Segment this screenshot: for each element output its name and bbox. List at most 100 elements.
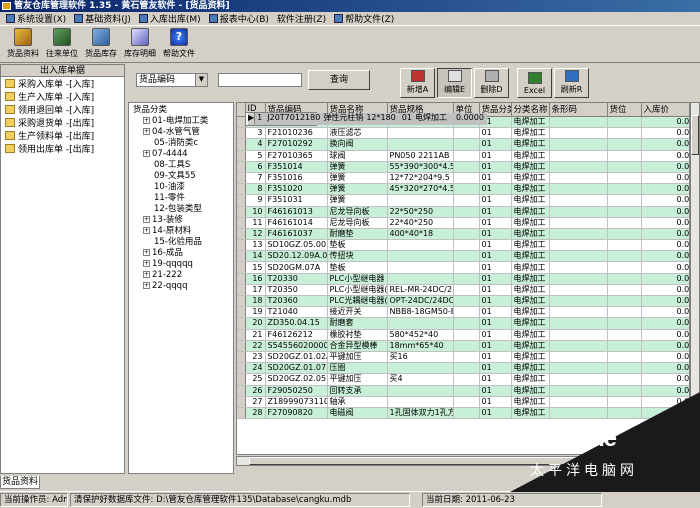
- row-indicator[interactable]: [237, 317, 246, 330]
- row-indicator[interactable]: [237, 206, 246, 218]
- expand-icon[interactable]: +: [143, 260, 150, 267]
- tree-node[interactable]: +01-电焊加工类: [129, 116, 233, 127]
- menu-registration[interactable]: 软件注册(Z): [273, 12, 330, 25]
- doc-purchase-return[interactable]: 采购退货单 -[出库]: [1, 116, 124, 129]
- expand-icon[interactable]: +: [143, 282, 150, 289]
- doc-use-out[interactable]: 领用出库单 -[出库]: [1, 142, 124, 155]
- row-indicator[interactable]: [237, 340, 246, 352]
- scroll-thumb[interactable]: [691, 115, 699, 155]
- row-indicator[interactable]: [237, 194, 246, 207]
- row-indicator[interactable]: [237, 116, 246, 129]
- row-indicator[interactable]: [237, 306, 246, 319]
- tree-node[interactable]: +16-成品: [129, 248, 233, 259]
- tree-node[interactable]: +07-4444: [129, 149, 233, 160]
- expand-icon[interactable]: +: [143, 216, 150, 223]
- row-indicator[interactable]: [237, 228, 246, 241]
- row-indicator[interactable]: [237, 250, 246, 263]
- table-row[interactable]: 17 T20350 PLC小型继电器(REL-MR-24DC/21 01 电焊加工 0.0…: [237, 284, 689, 297]
- table-row[interactable]: 25SD20GZ.02.05平键加压买4 01电焊加工 0.0000: [237, 373, 689, 386]
- table-row[interactable]: 4F27010292换向阀 01电焊加工 0.0000: [237, 138, 689, 151]
- tree-node[interactable]: +21-222: [129, 270, 233, 281]
- table-row[interactable]: 20ZD350.04.15耐磨套 01电焊加工 0.0000: [237, 317, 689, 330]
- row-indicator[interactable]: [237, 172, 246, 185]
- table-row[interactable]: 16T20330PLC小型继电器 01电焊加工 0.0000: [237, 273, 689, 285]
- excel-button[interactable]: Excel: [517, 68, 552, 98]
- delete-button[interactable]: 删除D: [474, 68, 509, 98]
- doc-production-in[interactable]: 生产入库单 -[入库]: [1, 90, 124, 103]
- table-row[interactable]: 26F29050250回转支承 01电焊加工 0.0000: [237, 385, 689, 397]
- tree-node[interactable]: +13-装修: [129, 215, 233, 226]
- tree-node[interactable]: 09-文具55: [129, 171, 233, 182]
- stock-detail-button[interactable]: 库存明细: [121, 27, 159, 61]
- row-indicator[interactable]: [237, 239, 246, 252]
- table-row[interactable]: 21F46126212橡胶衬垫580*452*40 01电焊加工 0.0000: [237, 329, 689, 341]
- table-row[interactable]: 10F46161013尼龙导向板22*50*250 01电焊加工 0.0000: [237, 206, 689, 218]
- table-row[interactable]: 28F27090820电磁阀1孔固体双力1孔方01电焊加工0.0000: [237, 407, 689, 420]
- expand-icon[interactable]: +: [143, 128, 150, 135]
- tree-node[interactable]: 11-零件: [129, 193, 233, 204]
- table-row[interactable]: 7F351016弹簧12*72*204*9.5 01电焊加工 0.0000: [237, 172, 689, 185]
- row-indicator[interactable]: [237, 295, 246, 308]
- table-row[interactable]: 3F21010236液压滤芯 01电焊加工 0.0000: [237, 127, 689, 140]
- table-row[interactable]: 11F46161014尼龙导向板22*40*250 01电焊加工 0.0000: [237, 217, 689, 229]
- search-field-select[interactable]: 货品编码 ▼: [136, 73, 208, 87]
- column-header[interactable]: 条形码: [549, 103, 608, 117]
- table-row[interactable]: 27Z18999073110轴承01电焊加工0.0000: [237, 396, 689, 408]
- doc-return-in[interactable]: 领用退回单 -[入库]: [1, 103, 124, 116]
- table-row[interactable]: 5F27010365球阀PN050 2211AB 01电焊加工 0.0000: [237, 150, 689, 162]
- table-row[interactable]: 19T21040接近开关NBB8-18GM50-E2-V 01电焊加工 0.0000: [237, 306, 689, 319]
- row-indicator[interactable]: [237, 385, 246, 397]
- tree-node[interactable]: +19-qqqqq: [129, 259, 233, 270]
- column-header[interactable]: 分类名称: [511, 103, 550, 117]
- row-indicator[interactable]: [237, 362, 246, 375]
- table-row[interactable]: 12F46161037耐磨垫400*40*18 01电焊加工 0.0000: [237, 228, 689, 241]
- menu-report-center[interactable]: 报表中心(B): [205, 12, 273, 25]
- table-row[interactable]: ▶ 1 J20T7012180 弹性元柱销 12*180 01 电焊加工 0.0000: [245, 112, 487, 126]
- table-row[interactable]: 18T20360PLC光耦继电器(OPT-24DC/24DC 01电焊加工 0.00…: [237, 295, 689, 308]
- expand-icon[interactable]: +: [143, 117, 150, 124]
- table-row[interactable]: 9F351031弹簧 01电焊加工 0.0000: [237, 194, 689, 207]
- add-button[interactable]: 新增A: [400, 68, 435, 98]
- row-indicator[interactable]: [237, 396, 246, 408]
- tab-goods-info[interactable]: 货品资料: [0, 476, 40, 489]
- menu-basic-data[interactable]: 基础资料(J): [70, 12, 135, 25]
- tree-node[interactable]: +14-原材料: [129, 226, 233, 237]
- menu-stock-inout[interactable]: 入库出库(M): [135, 12, 205, 25]
- tree-node[interactable]: 12-包装类型: [129, 204, 233, 215]
- column-header[interactable]: 入库价: [641, 103, 689, 117]
- tree-node[interactable]: 08-工具S: [129, 160, 233, 171]
- search-input[interactable]: [218, 73, 302, 87]
- row-indicator[interactable]: [237, 183, 246, 196]
- row-indicator[interactable]: [237, 150, 246, 162]
- table-row[interactable]: 15SD20GM.07A垫板 01电焊加工 0.0000: [237, 261, 689, 274]
- goods-stock-button[interactable]: 货品库存: [82, 27, 120, 61]
- row-indicator[interactable]: [237, 284, 246, 297]
- row-indicator[interactable]: [237, 373, 246, 386]
- chevron-down-icon[interactable]: ▼: [195, 74, 207, 86]
- row-indicator[interactable]: [237, 127, 246, 140]
- table-row[interactable]: 6F351014弹簧55*390*300*4.5 01电焊加工 0.0000: [237, 161, 689, 173]
- row-indicator[interactable]: [237, 407, 246, 420]
- help-file-button[interactable]: ? 帮助文件: [160, 27, 198, 61]
- doc-production-material[interactable]: 生产领料单 -[出库]: [1, 129, 124, 142]
- query-button[interactable]: 查询: [308, 70, 370, 90]
- table-row[interactable]: 22S5455602000004合金异型模棒18mm*65*40 01电焊加工 0.…: [237, 340, 689, 352]
- row-indicator[interactable]: [237, 217, 246, 229]
- doc-purchase-in[interactable]: 采购入库单 -[入库]: [1, 77, 124, 90]
- partner-unit-button[interactable]: 往来单位: [43, 27, 81, 61]
- tree-node[interactable]: +22-qqqq: [129, 281, 233, 292]
- row-indicator[interactable]: [237, 138, 246, 151]
- expand-icon[interactable]: +: [143, 271, 150, 278]
- tree-root[interactable]: 货品分类: [129, 105, 233, 116]
- menu-help[interactable]: 帮助文件(Z): [330, 12, 398, 25]
- row-indicator[interactable]: [237, 329, 246, 341]
- expand-icon[interactable]: +: [143, 227, 150, 234]
- table-row[interactable]: 24SD20GZ.01.07.03压圈 01电焊加工 0.0000: [237, 362, 689, 375]
- tree-node[interactable]: 05-消防类c: [129, 138, 233, 149]
- refresh-button[interactable]: 刷新R: [554, 68, 589, 98]
- menu-system-settings[interactable]: 系统设置(X): [2, 12, 70, 25]
- expand-icon[interactable]: +: [143, 150, 150, 157]
- row-indicator[interactable]: [237, 261, 246, 274]
- table-row[interactable]: 14SD20.12.09A.02传扭块 01电焊加工 0.0000: [237, 250, 689, 263]
- row-indicator[interactable]: ▶: [248, 113, 256, 125]
